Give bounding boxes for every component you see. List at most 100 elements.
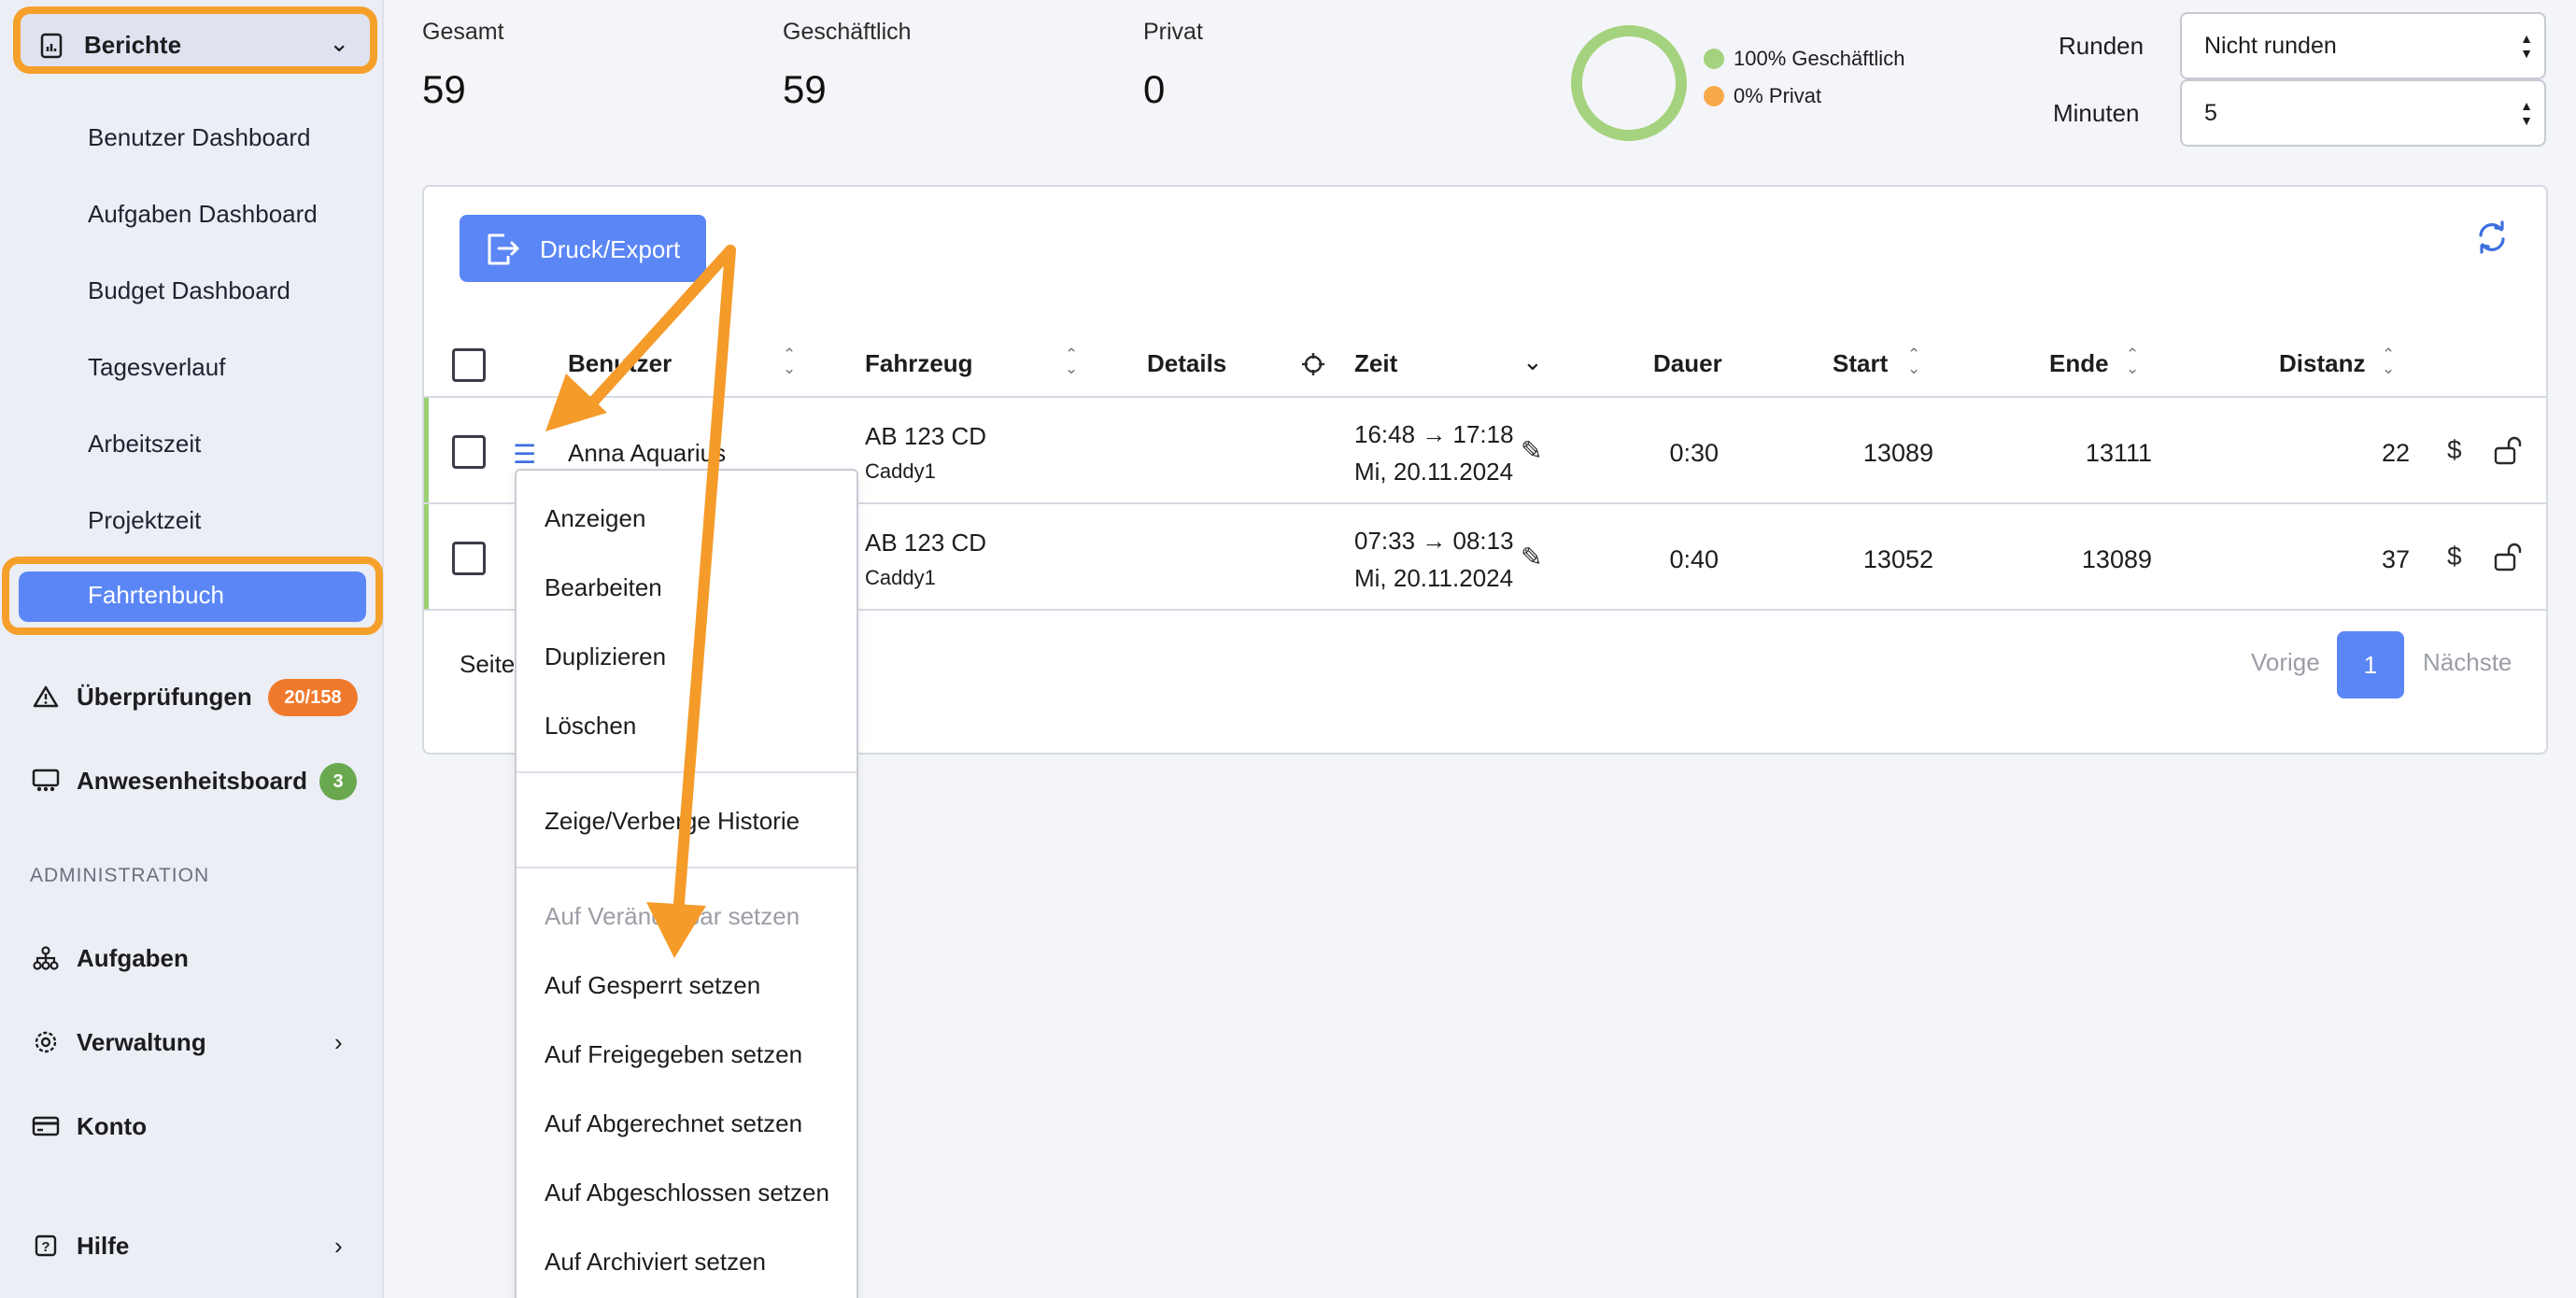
row-time-range: 07:33 → 08:13 [1354,527,1514,555]
sidebar-item-tasks[interactable]: Aufgaben [30,939,189,977]
rounding-select-value: Nicht runden [2204,32,2337,59]
menu-item-set-billed[interactable]: Auf Abgerechnet setzen [545,1109,802,1138]
sidebar-reports-header[interactable]: Berichte ⌄ [13,7,377,74]
crosshair-icon[interactable] [1300,351,1326,382]
unlock-icon[interactable] [2492,435,2524,472]
page-label: Seite [460,650,516,678]
pagination-next[interactable]: Nächste [2423,648,2512,677]
sidebar-item-checks[interactable]: Überprüfungen [30,678,252,715]
sidebar-item-presence-board[interactable]: Anwesenheitsboard [30,762,307,799]
sidebar: Berichte ⌄ Benutzer Dashboard Aufgaben D… [0,0,384,1298]
chevron-down-icon[interactable]: ⌄ [1522,347,1543,376]
sidebar-item-management[interactable]: Verwaltung › [30,1023,343,1061]
row-vehicle-model: Caddy1 [865,566,936,589]
minutes-label: Minuten [2053,99,2140,127]
row-plate: AB 123 CD [865,422,987,450]
rounding-select[interactable]: Nicht runden ▲ ▼ [2180,12,2546,79]
checks-count-badge: 20/158 [268,679,358,716]
menu-item-duplicate[interactable]: Duplizieren [545,642,666,671]
sidebar-item-working-time[interactable]: Arbeitszeit [88,430,201,459]
pagination-prev[interactable]: Vorige [2251,648,2320,677]
row-end: 13111 [2085,439,2152,467]
header-user[interactable]: Benutzer [568,349,672,378]
row-status-accent [424,398,429,502]
print-export-button[interactable]: Druck/Export [460,215,706,282]
private-label: Privat [1143,19,1203,45]
sidebar-item-management-label: Verwaltung [77,1027,206,1056]
refresh-icon[interactable] [2473,219,2511,261]
row-user: Anna Aquarius [568,439,727,467]
sort-icon[interactable]: ⌃ ⌄ [1907,346,1920,376]
header-start[interactable]: Start [1833,349,1888,378]
sort-icon[interactable]: ⌃ ⌄ [783,346,796,376]
unlock-icon[interactable] [2492,542,2524,578]
svg-text:?: ? [41,1239,50,1255]
legend-business: 100% Geschäftlich [1704,47,1904,71]
pagination-current-page[interactable]: 1 [2337,631,2404,698]
sidebar-item-budget-dashboard[interactable]: Budget Dashboard [88,276,290,305]
chevron-down-icon: ⌄ [329,29,349,57]
row-start: 13089 [1862,439,1933,467]
dollar-icon[interactable]: $ [2447,542,2462,571]
sidebar-item-daily-history[interactable]: Tagesverlauf [88,353,225,382]
row-duration: 0:30 [1669,439,1719,467]
row-context-menu: Anzeigen Bearbeiten Duplizieren Löschen … [515,469,858,1298]
menu-item-edit[interactable]: Bearbeiten [545,573,662,602]
row-checkbox[interactable] [452,435,486,469]
legend-private: 0% Privat [1704,84,1821,108]
header-distance[interactable]: Distanz [2279,349,2365,378]
sidebar-reports-label: Berichte [84,31,182,59]
business-private-donut [1571,25,1687,141]
header-end[interactable]: Ende [2049,349,2109,378]
menu-item-toggle-history[interactable]: Zeige/Verberge Historie [545,807,800,836]
warning-icon [30,681,62,712]
select-all-checkbox[interactable] [452,348,486,382]
private-value: 0 [1143,67,1166,111]
sidebar-item-task-dashboard[interactable]: Aufgaben Dashboard [88,200,318,229]
sidebar-item-logbook[interactable]: Fahrtenbuch [2,557,383,635]
menu-item-set-changeable: Auf Veränderbar setzen [545,902,800,930]
sort-icon[interactable]: ⌃ ⌄ [1065,346,1078,376]
business-label: Geschäftlich [783,19,912,45]
chevron-right-icon: › [334,1231,343,1260]
sidebar-item-project-time[interactable]: Projektzeit [88,506,201,535]
legend-private-dot [1704,86,1724,106]
presence-count-badge: 3 [319,763,357,800]
minutes-select[interactable]: 5 ▲ ▼ [2180,79,2546,147]
pencil-icon[interactable]: ✎ [1521,542,1542,572]
header-details: Details [1147,349,1227,377]
export-icon [484,230,523,274]
pencil-icon[interactable]: ✎ [1521,435,1542,466]
row-start: 13052 [1862,545,1933,573]
report-icon [39,33,64,63]
rounding-label: Runden [2059,32,2144,60]
menu-item-set-approved[interactable]: Auf Freigegeben setzen [545,1040,802,1069]
sort-icon[interactable]: ⌃ ⌄ [2382,346,2395,376]
sort-icon[interactable]: ⌃ ⌄ [2126,346,2139,376]
menu-item-delete[interactable]: Löschen [545,712,636,741]
menu-item-show[interactable]: Anzeigen [545,504,645,533]
table-divider [424,396,2546,398]
menu-item-set-archived[interactable]: Auf Archiviert setzen [545,1248,766,1277]
help-icon: ? [30,1230,62,1262]
header-vehicle[interactable]: Fahrzeug [865,349,973,378]
sidebar-item-account[interactable]: Konto [30,1108,147,1145]
row-status-accent [424,504,429,609]
row-duration: 0:40 [1669,545,1719,573]
print-export-label: Druck/Export [540,235,681,263]
sidebar-item-logbook-label: Fahrtenbuch [88,581,224,609]
header-time[interactable]: Zeit [1354,349,1397,378]
total-label: Gesamt [422,19,504,45]
menu-item-set-completed[interactable]: Auf Abgeschlossen setzen [545,1178,829,1207]
menu-separator [517,771,856,773]
dollar-icon[interactable]: $ [2447,435,2462,465]
hierarchy-icon [30,942,62,974]
row-checkbox[interactable] [452,542,486,575]
sidebar-item-help[interactable]: ? Hilfe › [30,1227,343,1264]
menu-item-set-locked[interactable]: Auf Gesperrt setzen [545,971,760,1000]
sidebar-item-user-dashboard[interactable]: Benutzer Dashboard [88,123,310,152]
row-menu-icon[interactable]: ☰ [513,439,536,470]
row-vehicle-model: Caddy1 [865,459,936,483]
administration-section-title: ADMINISTRATION [30,865,210,886]
header-duration: Dauer [1653,349,1722,377]
